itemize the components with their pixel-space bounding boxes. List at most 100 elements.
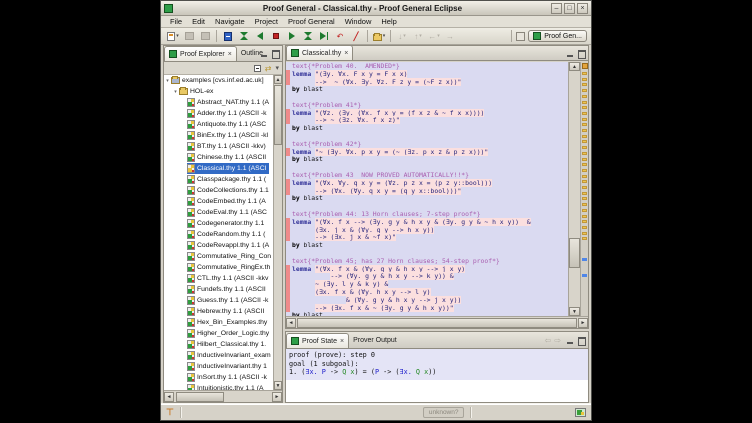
code-line[interactable]: --> ~ (∀x. ∃y. ∀z. F z y = (~F z x))" [286, 78, 568, 86]
stop-button[interactable] [269, 29, 283, 43]
close-button[interactable]: × [577, 3, 588, 14]
annotation-mark[interactable] [582, 152, 587, 155]
close-icon[interactable]: × [340, 338, 344, 345]
code-line[interactable]: --> (∃x. j x & ~f x)" [286, 234, 568, 242]
back-icon[interactable]: ⇦ [545, 336, 552, 345]
save-button[interactable] [182, 29, 196, 43]
code-line[interactable]: text{*Problem 42*} [286, 140, 568, 148]
menu-project[interactable]: Project [250, 17, 283, 26]
scrollbar-thumb[interactable] [274, 85, 282, 145]
proof-general-perspective-button[interactable]: Proof Gen... [528, 30, 587, 42]
tree-item-abstract_nat[interactable]: Abstract_NAT.thy 1.1 (A [164, 97, 273, 108]
tab-classical-thy[interactable]: Classical.thy × [286, 45, 353, 60]
annotation-mark[interactable] [582, 129, 587, 132]
next-step-button[interactable] [285, 29, 299, 43]
tree-item-hebrew[interactable]: Hebrew.thy 1.1 (ASCII [164, 306, 273, 317]
code-line[interactable]: by blast [286, 124, 568, 132]
forward-icon[interactable]: ⇨ [554, 336, 561, 345]
code-line[interactable]: (∃x. f x & (∀y. h x y --> l y) [286, 288, 568, 296]
tree-item-fundefs[interactable]: Fundefs.thy 1.1 (ASCII [164, 284, 273, 295]
tree-item-bt[interactable]: BT.thy 1.1 (ASCII -kkv) [164, 141, 273, 152]
annotation-header-icon[interactable] [582, 63, 588, 69]
view-menu-icon[interactable]: ▾ [275, 64, 279, 72]
close-icon[interactable]: × [228, 51, 232, 58]
annotation-mark[interactable] [582, 89, 587, 92]
maximize-view-icon[interactable] [577, 49, 586, 58]
annotation-mark[interactable] [582, 101, 587, 104]
tab-prover-output[interactable]: Prover Output [349, 333, 401, 348]
tree-item-ctl[interactable]: CTL.thy 1.1 (ASCII -kkv [164, 273, 273, 284]
tree-item-antiquote[interactable]: Antiquote.thy 1.1 (ASC [164, 119, 273, 130]
code-line[interactable]: ~ (∃y. l y & k y) & [286, 280, 568, 288]
annotation-mark[interactable] [582, 215, 587, 218]
annotation-mark[interactable] [582, 209, 587, 212]
menu-proof-general[interactable]: Proof General [283, 17, 340, 26]
tree-item-insort[interactable]: InSort.thy 1.1 (ASCII -k [164, 372, 273, 383]
collapse-all-icon[interactable] [254, 65, 261, 72]
code-line[interactable]: text{*Problem 41*} [286, 101, 568, 109]
annotation-mark[interactable] [582, 95, 587, 98]
tree-item-inductiveinvariant_exam[interactable]: InductiveInvariant_exam [164, 350, 273, 361]
code-line[interactable]: text{*Problem 40. AMENDED*} [286, 62, 568, 70]
edit-marker-button[interactable]: ╱ [349, 29, 363, 43]
back-button[interactable]: ←▾ [427, 29, 441, 43]
minimize-view-icon[interactable] [566, 49, 575, 58]
annotation-mark[interactable] [582, 158, 587, 161]
retract-button[interactable]: ↶ [333, 29, 347, 43]
code-line[interactable] [286, 249, 568, 257]
pin-icon[interactable]: ⊤ [166, 407, 174, 418]
code-line[interactable]: by blast [286, 195, 568, 203]
code-line[interactable]: text{*Problem 44: 13 Horn clauses; 7-ste… [286, 210, 568, 218]
annotation-mark[interactable] [582, 180, 587, 183]
annotation-mark[interactable] [582, 186, 587, 189]
code-line[interactable]: by blast [286, 156, 568, 164]
tree-item-classical[interactable]: Classical.thy 1.1 (ASCI [164, 163, 273, 174]
proof-state-content[interactable]: proof (prove): step 0goal (1 subgoal):1.… [286, 349, 588, 402]
scroll-right-icon[interactable]: ► [272, 392, 282, 402]
annotation-mark[interactable] [582, 106, 587, 109]
forward-button[interactable]: → [443, 29, 457, 43]
undo-step-button[interactable] [253, 29, 267, 43]
code-line[interactable] [286, 163, 568, 171]
code-line[interactable] [286, 132, 568, 140]
tree-item-inductiveinvariant[interactable]: InductiveInvariant.thy 1 [164, 361, 273, 372]
scroll-up-icon[interactable]: ▲ [569, 62, 580, 71]
code-line[interactable]: lemma "(∀x. f x --> (∃y. g y & h x y & (… [286, 218, 568, 226]
annotation-mark[interactable] [582, 274, 587, 277]
goto-button[interactable] [301, 29, 315, 43]
annotation-mark[interactable] [582, 169, 587, 172]
code-line[interactable] [286, 93, 568, 101]
annotation-mark[interactable] [582, 192, 587, 195]
tree-item-adder[interactable]: Adder.thy 1.1 (ASCII -k [164, 108, 273, 119]
overview-ruler[interactable] [580, 62, 588, 316]
code-line[interactable]: lemma "(∀x. f x & (∀y. g y & h x y --> j… [286, 265, 568, 273]
scroll-right-icon[interactable]: ► [578, 318, 588, 328]
annotation-mark[interactable] [582, 220, 587, 223]
scroll-down-icon[interactable]: ▼ [569, 307, 580, 316]
tree-item-higher_order_logic[interactable]: Higher_Order_Logic.thy [164, 328, 273, 339]
annotation-mark[interactable] [582, 72, 587, 75]
code-line[interactable]: --> (∃x. f x & ~ (∃y. g y & h x y))" [286, 304, 568, 312]
annotation-mark[interactable] [582, 78, 587, 81]
tab-proof-state[interactable]: Proof State × [286, 333, 349, 348]
menu-edit[interactable]: Edit [187, 17, 210, 26]
annotation-mark[interactable] [582, 237, 587, 240]
menu-help[interactable]: Help [376, 17, 401, 26]
code-line[interactable]: text{*Problem 43 NOW PROVED AUTOMATICALL… [286, 171, 568, 179]
code-line[interactable]: lemma "(∃y. ∀x. F x y = F x x) [286, 70, 568, 78]
open-folder-button[interactable]: ▾ [372, 29, 386, 43]
code-line[interactable] [286, 202, 568, 210]
code-line[interactable]: by blast [286, 85, 568, 93]
editor-horizontal-scrollbar[interactable]: ◄ ► [286, 316, 588, 328]
code-line[interactable]: --> (∀y. g y & h x y --> k y)) & [286, 273, 568, 281]
tree-item-codeeval[interactable]: CodeEval.thy 1.1 (ASC [164, 207, 273, 218]
code-line[interactable]: by blast [286, 241, 568, 249]
annotation-mark[interactable] [582, 258, 587, 261]
explorer-vertical-scrollbar[interactable]: ▲ ▼ [273, 75, 282, 390]
print-button[interactable] [198, 29, 212, 43]
last-edit-location-button[interactable]: ↓▾ [395, 29, 409, 43]
annotation-mark[interactable] [582, 226, 587, 229]
annotation-mark[interactable] [582, 146, 587, 149]
annotation-mark[interactable] [582, 140, 587, 143]
tree-item-classpackage[interactable]: Classpackage.thy 1.1 ( [164, 174, 273, 185]
